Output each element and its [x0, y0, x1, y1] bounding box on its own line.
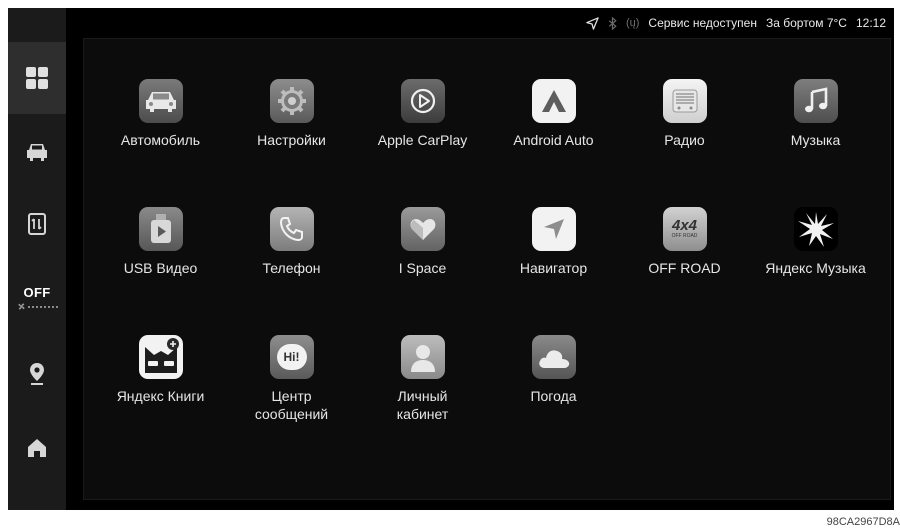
signal-indicator: (ų) — [625, 17, 640, 29]
app-yandex-books[interactable]: Яндекс Книги — [95, 335, 226, 463]
home-icon — [28, 439, 46, 457]
outside-temperature: За бортом 7°C — [765, 16, 847, 30]
app-weather[interactable]: Погода — [488, 335, 619, 463]
app-label: Автомобиль — [120, 132, 201, 148]
app-carplay[interactable]: Apple CarPlay — [357, 79, 488, 207]
sidebar-location-button[interactable] — [8, 338, 66, 410]
radio-icon — [662, 79, 707, 123]
app-label: Телефон — [262, 260, 321, 276]
app-message-center[interactable]: Hi! Центр сообщений — [226, 335, 357, 463]
app-label: Apple CarPlay — [377, 132, 468, 148]
app-grid: Автомобиль Настройки Apple CarPlay Andro… — [84, 79, 892, 463]
climate-fan-icon — [18, 303, 24, 310]
sidebar-parking-button[interactable] — [8, 188, 66, 260]
sidebar: OFF — [8, 8, 66, 510]
app-launcher: Автомобиль Настройки Apple CarPlay Andro… — [83, 38, 891, 500]
climate-off-label: OFF — [23, 285, 51, 300]
apps-grid-icon — [26, 67, 48, 89]
car-app-icon — [138, 79, 183, 123]
navigation-arrow-icon — [586, 16, 599, 30]
music-note-icon — [793, 79, 838, 123]
weather-cloud-icon — [531, 335, 576, 379]
sidebar-climate-button[interactable]: OFF — [8, 262, 66, 334]
android-auto-icon — [531, 79, 576, 123]
app-label: Яндекс Книги — [116, 388, 205, 404]
app-android-auto[interactable]: Android Auto — [488, 79, 619, 207]
ispace-heart-icon — [400, 207, 445, 251]
offroad-badge-subtext: OFF ROAD — [671, 233, 698, 239]
app-radio[interactable]: Радио — [619, 79, 750, 207]
app-label: Личный кабинет — [396, 388, 449, 422]
personal-account-icon — [400, 335, 445, 379]
message-center-icon: Hi! — [269, 335, 314, 379]
fan-speed-indicator — [27, 305, 58, 308]
usb-video-icon — [138, 207, 183, 251]
location-pin-icon — [30, 363, 44, 385]
yandex-music-icon — [793, 207, 838, 251]
app-label: Навигатор — [519, 260, 588, 276]
sidebar-car-button[interactable] — [8, 116, 66, 188]
sidebar-apps-button[interactable] — [8, 42, 66, 114]
offroad-badge-text: 4x4 — [671, 217, 698, 234]
app-nastroyki[interactable]: Настройки — [226, 79, 357, 207]
image-watermark: 98CA2967D8A — [826, 516, 900, 528]
app-usb-video[interactable]: USB Видео — [95, 207, 226, 335]
app-label: OFF ROAD — [648, 260, 721, 276]
bluetooth-icon — [608, 16, 617, 30]
app-personal-account[interactable]: Личный кабинет — [357, 335, 488, 463]
yandex-books-icon — [138, 335, 183, 379]
navigator-arrow-icon — [531, 207, 576, 251]
car-icon — [27, 144, 47, 161]
offroad-4x4-icon: 4x4 OFF ROAD — [662, 207, 707, 251]
app-muzyka[interactable]: Музыка — [750, 79, 881, 207]
settings-gear-icon — [269, 79, 314, 123]
app-label: Радио — [664, 132, 705, 148]
parking-sensor-icon — [28, 213, 46, 235]
app-label: USB Видео — [123, 260, 198, 276]
clock: 12:12 — [855, 16, 886, 30]
app-label: Погода — [530, 388, 577, 404]
app-label: Музыка — [790, 132, 841, 148]
message-bubble-text: Hi! — [283, 350, 300, 364]
carplay-icon — [400, 79, 445, 123]
head-unit-screen: OFF (ų) Сервис недоступен За бортом 7°C … — [8, 8, 894, 510]
sidebar-home-button[interactable] — [8, 412, 66, 484]
app-navigator[interactable]: Навигатор — [488, 207, 619, 335]
app-label: Центр сообщений — [254, 388, 329, 422]
phone-icon — [269, 207, 314, 251]
app-label: Настройки — [257, 132, 326, 148]
app-yandex-music[interactable]: Яндекс Музыка — [750, 207, 881, 335]
app-label: Android Auto — [513, 132, 594, 148]
app-label: Яндекс Музыка — [765, 260, 866, 276]
app-label: I Space — [398, 260, 447, 276]
app-ispace[interactable]: I Space — [357, 207, 488, 335]
app-off-road[interactable]: 4x4 OFF ROAD OFF ROAD — [619, 207, 750, 335]
app-avtomobil[interactable]: Автомобиль — [95, 79, 226, 207]
app-telefon[interactable]: Телефон — [226, 207, 357, 335]
status-bar: (ų) Сервис недоступен За бортом 7°C 12:1… — [66, 8, 894, 38]
service-status-text: Сервис недоступен — [648, 16, 757, 30]
